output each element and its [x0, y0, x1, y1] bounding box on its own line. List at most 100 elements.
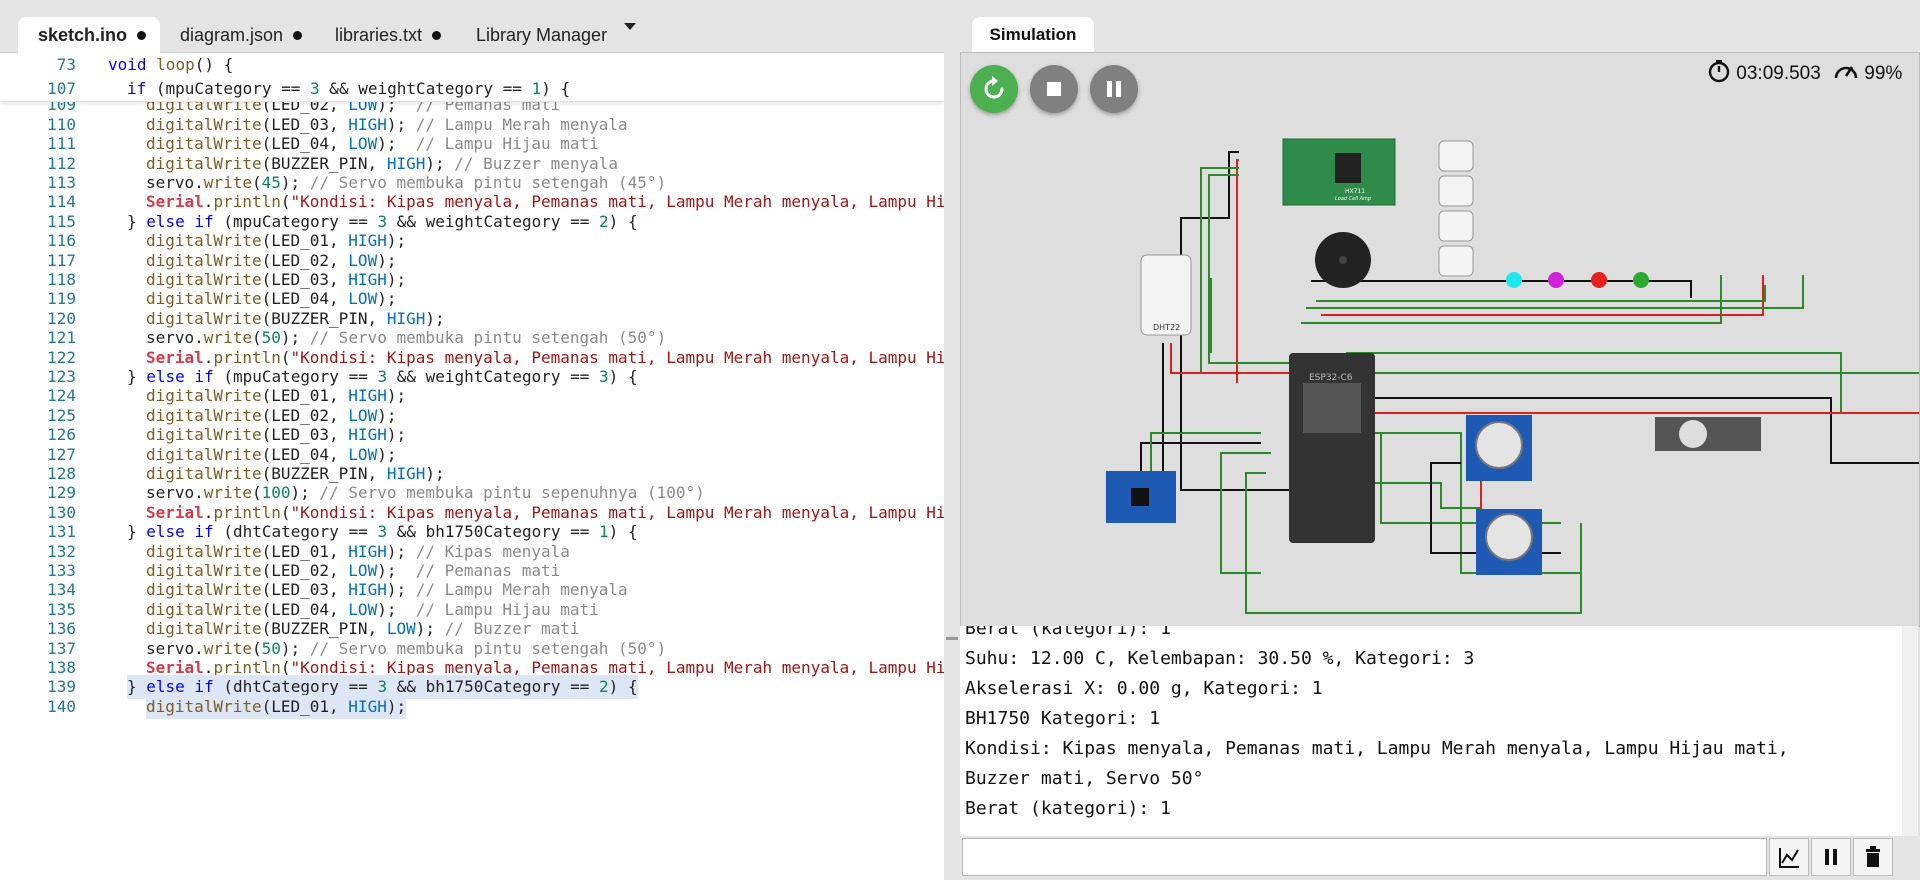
code-token: (LED_03, — [261, 270, 349, 289]
editor-panel: sketch.ino diagram.json libraries.txt Li… — [0, 0, 944, 880]
code-token: println — [213, 502, 281, 522]
trash-icon — [1866, 846, 1880, 867]
code-token: ); — [386, 270, 407, 289]
code-token: HIGH — [348, 541, 387, 561]
code-token: (BUZZER_PIN, — [261, 619, 387, 639]
code-token: (BUZZER_PIN, — [261, 308, 387, 328]
code-token: HIGH — [348, 580, 387, 600]
code-token: (LED_01, — [261, 696, 349, 716]
code-token: servo. — [146, 638, 204, 658]
code-token: HIGH — [348, 231, 387, 251]
code-token: loop — [156, 55, 195, 74]
code-token: . — [203, 502, 214, 522]
code-token: ); — [377, 289, 397, 309]
potentiometer-1[interactable] — [1466, 415, 1532, 481]
code-editor[interactable]: 73 void loop() {107 if (mpuCategory == 3 &… — [0, 53, 944, 880]
code-token: digitalWrite — [146, 561, 262, 580]
code-token: // Buzzer menyala — [454, 153, 619, 173]
code-token: ); — [280, 328, 310, 348]
code-token: (BUZZER_PIN, — [261, 464, 387, 483]
code-token: (dhtCategory == — [213, 522, 378, 542]
code-token: 3 — [310, 79, 320, 98]
code-token: HIGH — [348, 114, 387, 134]
line-number: 107 — [47, 79, 76, 98]
serial-input[interactable] — [962, 838, 1767, 876]
plotter-button[interactable] — [1769, 838, 1809, 876]
potentiometer-2[interactable] — [1476, 509, 1542, 575]
code-token: ); — [280, 638, 310, 658]
load-cells[interactable] — [1438, 140, 1474, 277]
hx711-module[interactable]: HX711 Load Cell Amp — [1282, 138, 1396, 206]
code-token: (BUZZER_PIN, — [261, 153, 387, 173]
amp-subtitle: Load Cell Amp — [1335, 196, 1371, 202]
pause-serial-button[interactable] — [1811, 838, 1851, 876]
code-token: digitalWrite — [146, 270, 262, 289]
code-token: 50 — [261, 638, 281, 658]
esp32-board[interactable]: ESP32-C6 — [1289, 353, 1375, 543]
code-token: digitalWrite — [146, 425, 262, 445]
tab-label: diagram.json — [180, 25, 284, 45]
tab-label: Library Manager — [476, 25, 608, 45]
code-token: ); — [386, 231, 407, 251]
code-token: servo. — [146, 328, 204, 348]
code-token: digitalWrite — [146, 250, 262, 270]
code-token: ); — [377, 561, 416, 580]
serial-line: Kondisi: Kipas menyala, Pemanas mati, La… — [965, 738, 1789, 759]
serial-toolbar — [960, 836, 1918, 880]
code-token: (LED_04, — [261, 599, 349, 619]
tab-menu-chevron-down-icon[interactable] — [624, 23, 636, 30]
code-token: else if — [146, 677, 214, 697]
code-token: ); — [425, 153, 455, 173]
code-token: } — [127, 367, 147, 386]
chart-icon — [1779, 848, 1799, 868]
code-token: 3 — [377, 367, 388, 386]
code-token: void — [108, 55, 147, 74]
code-token: . — [203, 347, 214, 367]
code-token: ); — [415, 619, 445, 639]
code-token: ); — [386, 114, 416, 134]
code-token: ); — [386, 386, 407, 406]
code-token: ); — [377, 444, 397, 464]
sensor-label: DHT22 — [1153, 323, 1180, 332]
code-token: ( — [251, 638, 262, 658]
code-token: "Kondisi: Kipas menyala, Pemanas mati, L… — [290, 502, 944, 522]
tab-diagram-json[interactable]: diagram.json — [180, 17, 303, 53]
accelerometer-module[interactable] — [1106, 471, 1176, 523]
code-token: digitalWrite — [146, 464, 262, 483]
code-token: ) { — [541, 79, 571, 98]
tab-library-manager[interactable]: Library Manager — [476, 17, 607, 53]
code-token: // Lampu Hijau mati — [415, 599, 599, 619]
modified-dot-icon — [293, 30, 303, 40]
code-token: } — [127, 677, 147, 697]
code-token: ( — [280, 502, 291, 522]
buzzer[interactable] — [1315, 232, 1371, 288]
code-token: // Pemanas mati — [415, 561, 561, 580]
simulation-canvas[interactable]: 03:09.503 99% HX711 Load Cell Amp DHT22 … — [960, 52, 1920, 627]
code-token: ) { — [608, 677, 638, 697]
serial-line: Berat (kategori): 1 — [965, 626, 1171, 639]
code-token: ) { — [608, 367, 638, 386]
code-token: (LED_01, — [261, 231, 349, 251]
code-token: 3 — [377, 677, 388, 697]
code-token: LOW — [386, 619, 416, 639]
clear-serial-button[interactable] — [1853, 838, 1893, 876]
code-token: ); — [386, 580, 416, 600]
code-token: HIGH — [348, 696, 387, 716]
serial-line: Buzzer mati, Servo 50° — [965, 768, 1204, 789]
code-token: (LED_02, — [261, 561, 349, 580]
tab-sketch-ino[interactable]: sketch.ino — [18, 17, 160, 53]
tab-simulation[interactable]: Simulation — [972, 17, 1094, 53]
tab-libraries-txt[interactable]: libraries.txt — [335, 17, 442, 53]
code-token: if — [127, 79, 147, 98]
code-token: ) { — [608, 522, 638, 542]
code-token: digitalWrite — [146, 541, 262, 561]
code-token: } — [127, 522, 147, 542]
resize-handle[interactable] — [946, 637, 958, 640]
code-token: // Servo membuka pintu sepenuhnya (100°) — [319, 483, 705, 503]
code-token: // Lampu Merah menyala — [415, 114, 628, 134]
code-token: // Servo membuka pintu setengah (50°) — [309, 328, 667, 348]
code-token: (mpuCategory == — [146, 79, 311, 98]
servo-motor[interactable] — [1655, 417, 1761, 451]
serial-scrollbar[interactable] — [1902, 626, 1918, 836]
dht22-sensor[interactable]: DHT22 — [1140, 254, 1192, 336]
